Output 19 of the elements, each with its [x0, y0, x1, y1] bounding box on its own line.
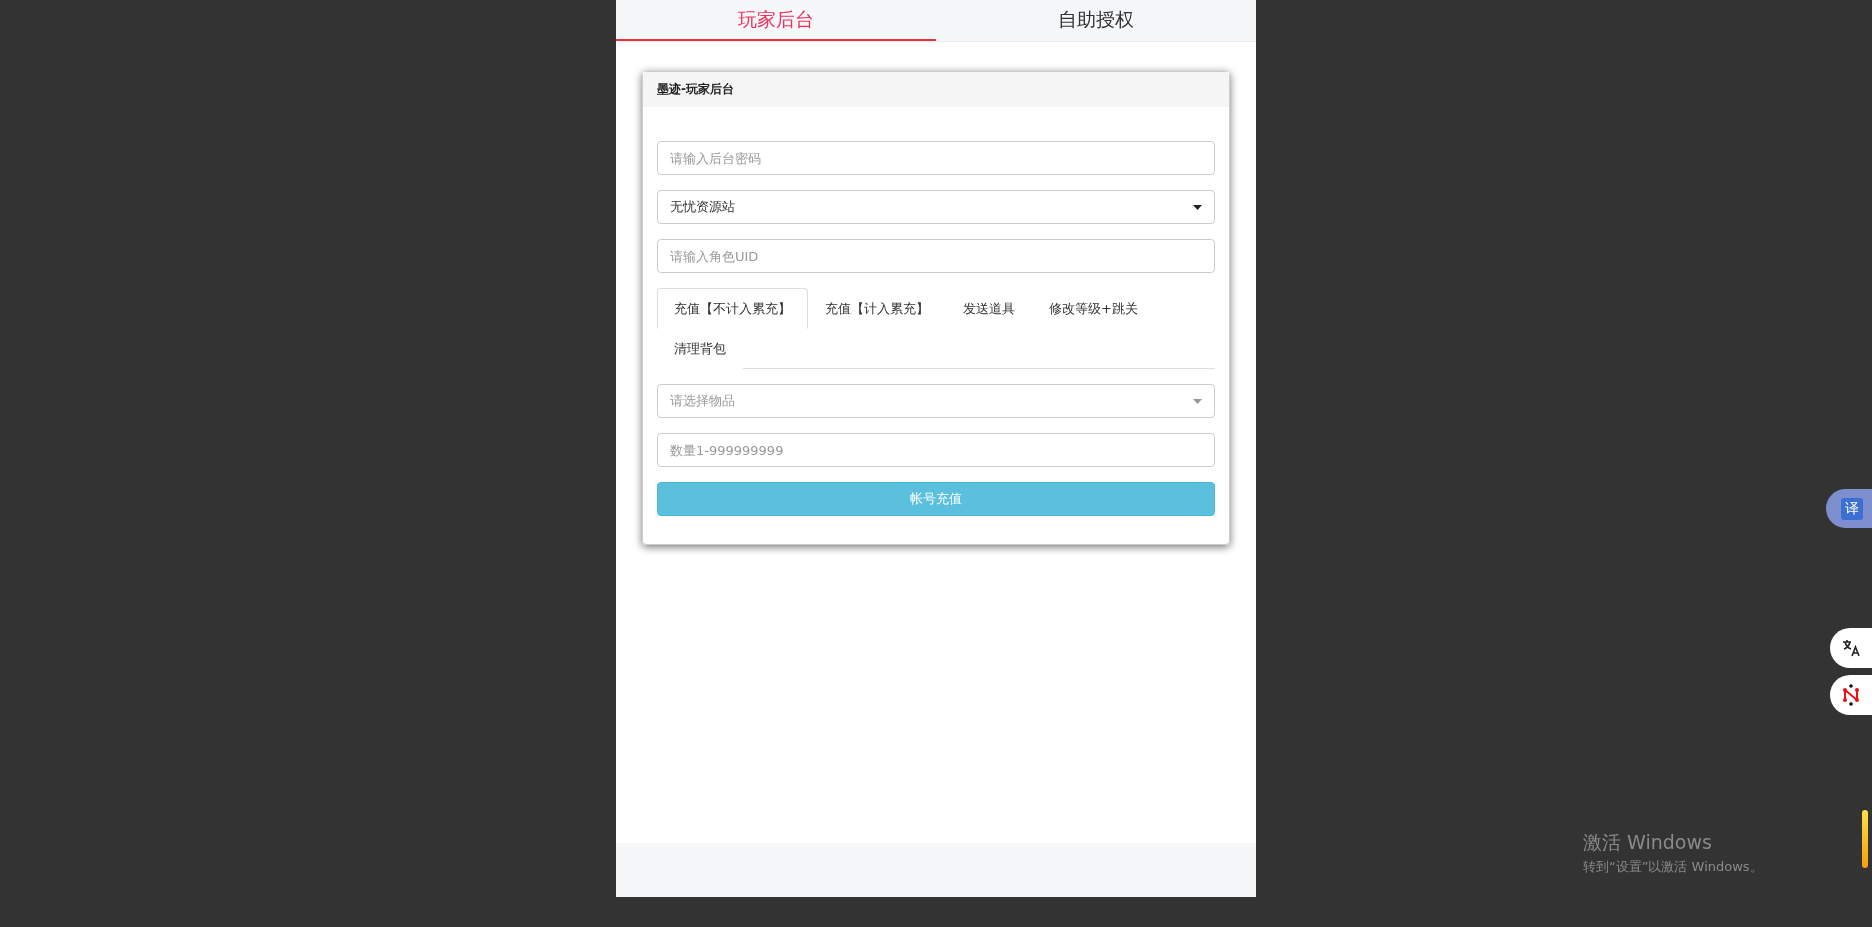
password-field[interactable]: 请输入后台密码 — [657, 141, 1215, 175]
activation-title: 激活 Windows — [1583, 830, 1713, 855]
translate-button[interactable] — [1830, 628, 1872, 668]
activation-text: 转到“设置”以激活 Windows。 — [1583, 858, 1763, 876]
caret-icon — [1193, 204, 1202, 210]
translate-widget[interactable]: 译 — [1826, 489, 1872, 528]
uid-field[interactable]: 请输入角色UID — [657, 239, 1215, 273]
card-title: 墨迹-玩家后台 — [643, 72, 1229, 107]
translate-badge: 译 — [1841, 497, 1863, 520]
caret-icon — [1193, 398, 1202, 404]
scroll-indicator — [1862, 810, 1868, 868]
nav-tab[interactable]: 自助授权 — [936, 0, 1256, 41]
translate-icon — [1842, 639, 1860, 657]
node-graph-icon — [1842, 684, 1860, 706]
network-button[interactable] — [1830, 675, 1872, 715]
server-select[interactable]: 无忧资源站 — [657, 190, 1215, 224]
nav-tab[interactable]: 玩家后台 — [616, 0, 936, 41]
tab[interactable]: 充值【不计入累充】 — [657, 288, 808, 329]
quantity-field[interactable]: 数量1-999999999 — [657, 433, 1215, 467]
